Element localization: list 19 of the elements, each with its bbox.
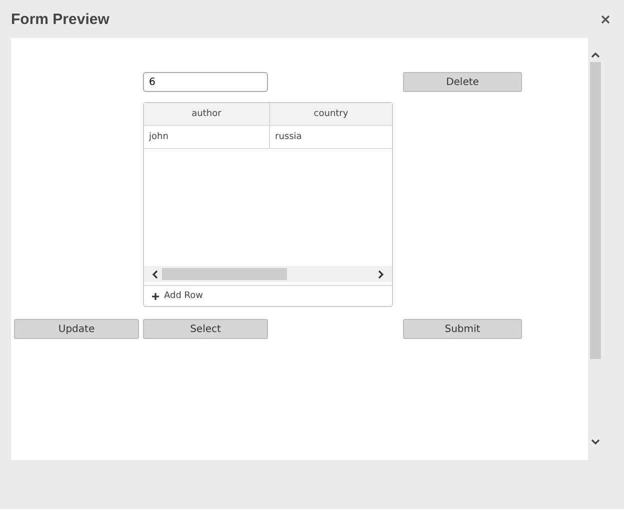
action-button[interactable]: Select — [143, 319, 268, 339]
action-button[interactable]: Update — [14, 319, 139, 339]
scrollbar-thumb[interactable] — [590, 62, 600, 359]
add-row-button[interactable]: Add Row — [144, 285, 392, 306]
input-field[interactable]: 6 — [143, 72, 268, 92]
column-header[interactable]: country — [270, 103, 392, 126]
scrollbar-thumb[interactable] — [162, 268, 287, 280]
column-header[interactable]: author — [144, 103, 270, 126]
plus-icon — [152, 292, 159, 300]
scroll-right-icon[interactable] — [378, 270, 384, 278]
table-cell: john — [144, 126, 270, 149]
scroll-left-icon[interactable] — [152, 270, 158, 278]
scroll-up-icon[interactable] — [590, 52, 600, 58]
action-button[interactable]: Submit — [403, 319, 522, 339]
table-cell: russia — [270, 126, 392, 149]
close-icon[interactable] — [601, 14, 610, 24]
window-title: Form Preview — [11, 10, 110, 28]
scroll-down-icon[interactable] — [590, 439, 600, 445]
delete-button[interactable]: Delete — [403, 72, 522, 92]
